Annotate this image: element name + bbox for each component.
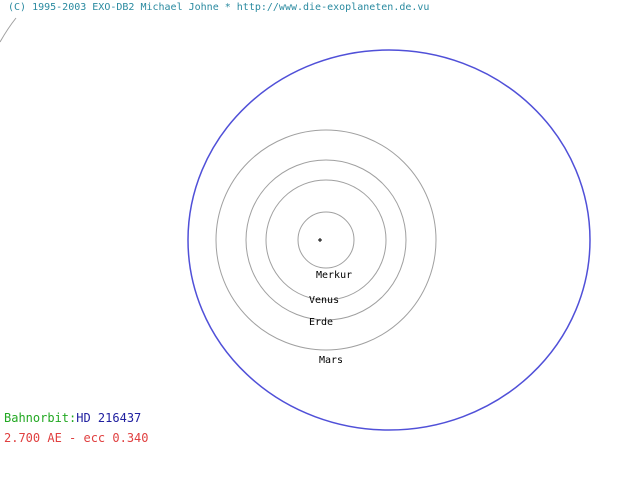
exoplanet-orbit <box>187 49 591 431</box>
outer-orbit-arc <box>0 17 17 43</box>
orbit-prefix: Bahnorbit: <box>4 411 77 425</box>
label-venus: Venus <box>309 295 339 306</box>
label-erde: Erde <box>309 317 333 328</box>
label-merkur: Merkur <box>316 270 352 281</box>
orbit-venus <box>265 179 387 301</box>
orbit-info: Bahnorbit:HD 216437 <box>4 411 141 425</box>
orbit-params: 2.700 AE - ecc 0.340 <box>4 431 149 445</box>
label-mars: Mars <box>319 355 343 366</box>
star-name: HD 216437 <box>76 411 142 425</box>
orbit-merkur <box>297 211 355 269</box>
orbit-diagram: Merkur Venus Erde Mars <box>0 17 591 431</box>
central-star-icon <box>318 238 322 242</box>
